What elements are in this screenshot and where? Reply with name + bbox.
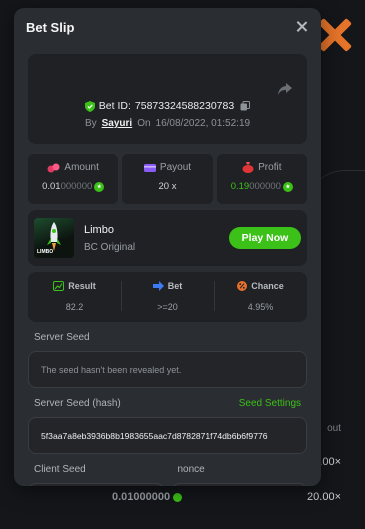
coins-icon — [47, 163, 60, 172]
wallet-icon — [143, 163, 156, 172]
bet-id-label: Bet ID: — [98, 100, 131, 112]
seed-settings-link[interactable]: Seed Settings — [239, 398, 301, 409]
close-button[interactable] — [295, 20, 309, 34]
backdrop-out-label: out — [327, 423, 341, 434]
game-card: LIMBO Limbo BC Original Play Now — [28, 210, 307, 266]
bet-label: Bet — [167, 281, 183, 291]
server-seed-label: Server Seed — [34, 332, 90, 343]
server-seed-label-row: Server Seed — [28, 332, 307, 343]
backdrop-payout-2: 20.00× — [307, 491, 341, 503]
amount-value: 0.01 000000 ★ — [28, 181, 118, 192]
chart-icon — [53, 281, 65, 291]
bet-value: >=20 — [157, 302, 178, 312]
username-link[interactable]: Sayuri — [102, 118, 133, 129]
backdrop-amount: 0.01000000 — [112, 491, 171, 503]
result-label: Result — [68, 281, 96, 291]
share-icon[interactable] — [277, 82, 293, 96]
client-seed-label: Client Seed — [34, 464, 86, 475]
bet-slip-modal: Bet Slip Bet ID: 75873324588230783 By Sa… — [14, 8, 321, 486]
money-bag-icon — [242, 162, 254, 173]
game-subtitle: BC Original — [84, 241, 136, 253]
client-seed-row: Client Seed nonce — [28, 464, 307, 486]
percent-icon — [237, 281, 248, 291]
bet-id-value: 75873324588230783 — [134, 100, 235, 112]
bet-info-card: Bet ID: 75873324588230783 By Sayuri On 1… — [28, 54, 307, 144]
server-hash-label-row: Server Seed (hash) Seed Settings — [28, 398, 307, 409]
bet-column: Bet >=20 — [121, 272, 214, 322]
by-label: By — [84, 118, 97, 129]
profit-value: 0.19 000000 ★ — [217, 181, 307, 192]
client-seed-field[interactable] — [28, 483, 164, 486]
amount-stat: Amount 0.01 000000 ★ — [28, 154, 119, 204]
bet-hand-icon — [152, 281, 164, 291]
author-row: By Sayuri On 16/08/2022, 01:52:19 — [28, 118, 307, 129]
payout-header: Payout — [122, 162, 212, 173]
coin-icon — [173, 492, 183, 502]
payout-stat: Payout 20 x — [122, 154, 213, 204]
profit-header: Profit — [217, 162, 307, 173]
profit-value-dim: 000000 — [249, 181, 281, 192]
on-label: On — [137, 118, 151, 129]
payout-label: Payout — [159, 162, 192, 173]
nonce-field[interactable] — [171, 483, 307, 486]
amount-header: Amount — [28, 162, 118, 173]
amount-value-main: 0.01 — [42, 181, 61, 192]
nonce-label: nonce — [177, 464, 205, 475]
result-card: Result 82.2 Bet >=20 Chance 4.95% — [28, 272, 307, 322]
profit-label: Profit — [258, 162, 282, 173]
amount-value-dim: 000000 — [60, 181, 93, 192]
coin-icon: ★ — [94, 181, 105, 192]
amount-label: Amount — [64, 162, 99, 173]
coin-icon: ★ — [282, 181, 293, 192]
play-now-button[interactable]: Play Now — [229, 227, 301, 249]
limbo-thumbnail: LIMBO — [34, 218, 74, 258]
copy-icon[interactable] — [240, 101, 251, 111]
stats-row: Amount 0.01 000000 ★ Payout 20 x Profit … — [28, 154, 307, 204]
profit-stat: Profit 0.19 000000 ★ — [216, 154, 307, 204]
close-x-decoration-icon — [317, 18, 351, 52]
limbo-brand: LIMBO — [37, 249, 54, 255]
result-value: 82.2 — [65, 302, 84, 312]
server-hash-field[interactable]: 5f3aa7a8eb3936b8b1983655aac7d8782871f74d… — [28, 417, 307, 454]
backdrop-amount-row: 0.01000000 — [112, 491, 183, 503]
modal-title: Bet Slip — [26, 19, 75, 35]
rocket-icon — [47, 222, 61, 251]
server-seed-field[interactable]: The seed hasn't been revealed yet. — [28, 351, 307, 388]
chance-label: Chance — [251, 281, 284, 291]
shield-icon — [84, 100, 95, 112]
bet-date: 16/08/2022, 01:52:19 — [155, 118, 251, 129]
payout-value: 20 x — [158, 181, 177, 192]
chance-column: Chance 4.95% — [214, 272, 307, 322]
game-name: Limbo — [84, 223, 114, 236]
server-hash-label: Server Seed (hash) — [34, 398, 121, 409]
chance-value: 4.95% — [247, 302, 274, 312]
profit-value-main: 0.19 — [230, 181, 250, 192]
bet-id-row: Bet ID: 75873324588230783 — [28, 100, 307, 112]
modal-header: Bet Slip — [14, 8, 321, 46]
result-column: Result 82.2 — [28, 272, 121, 322]
